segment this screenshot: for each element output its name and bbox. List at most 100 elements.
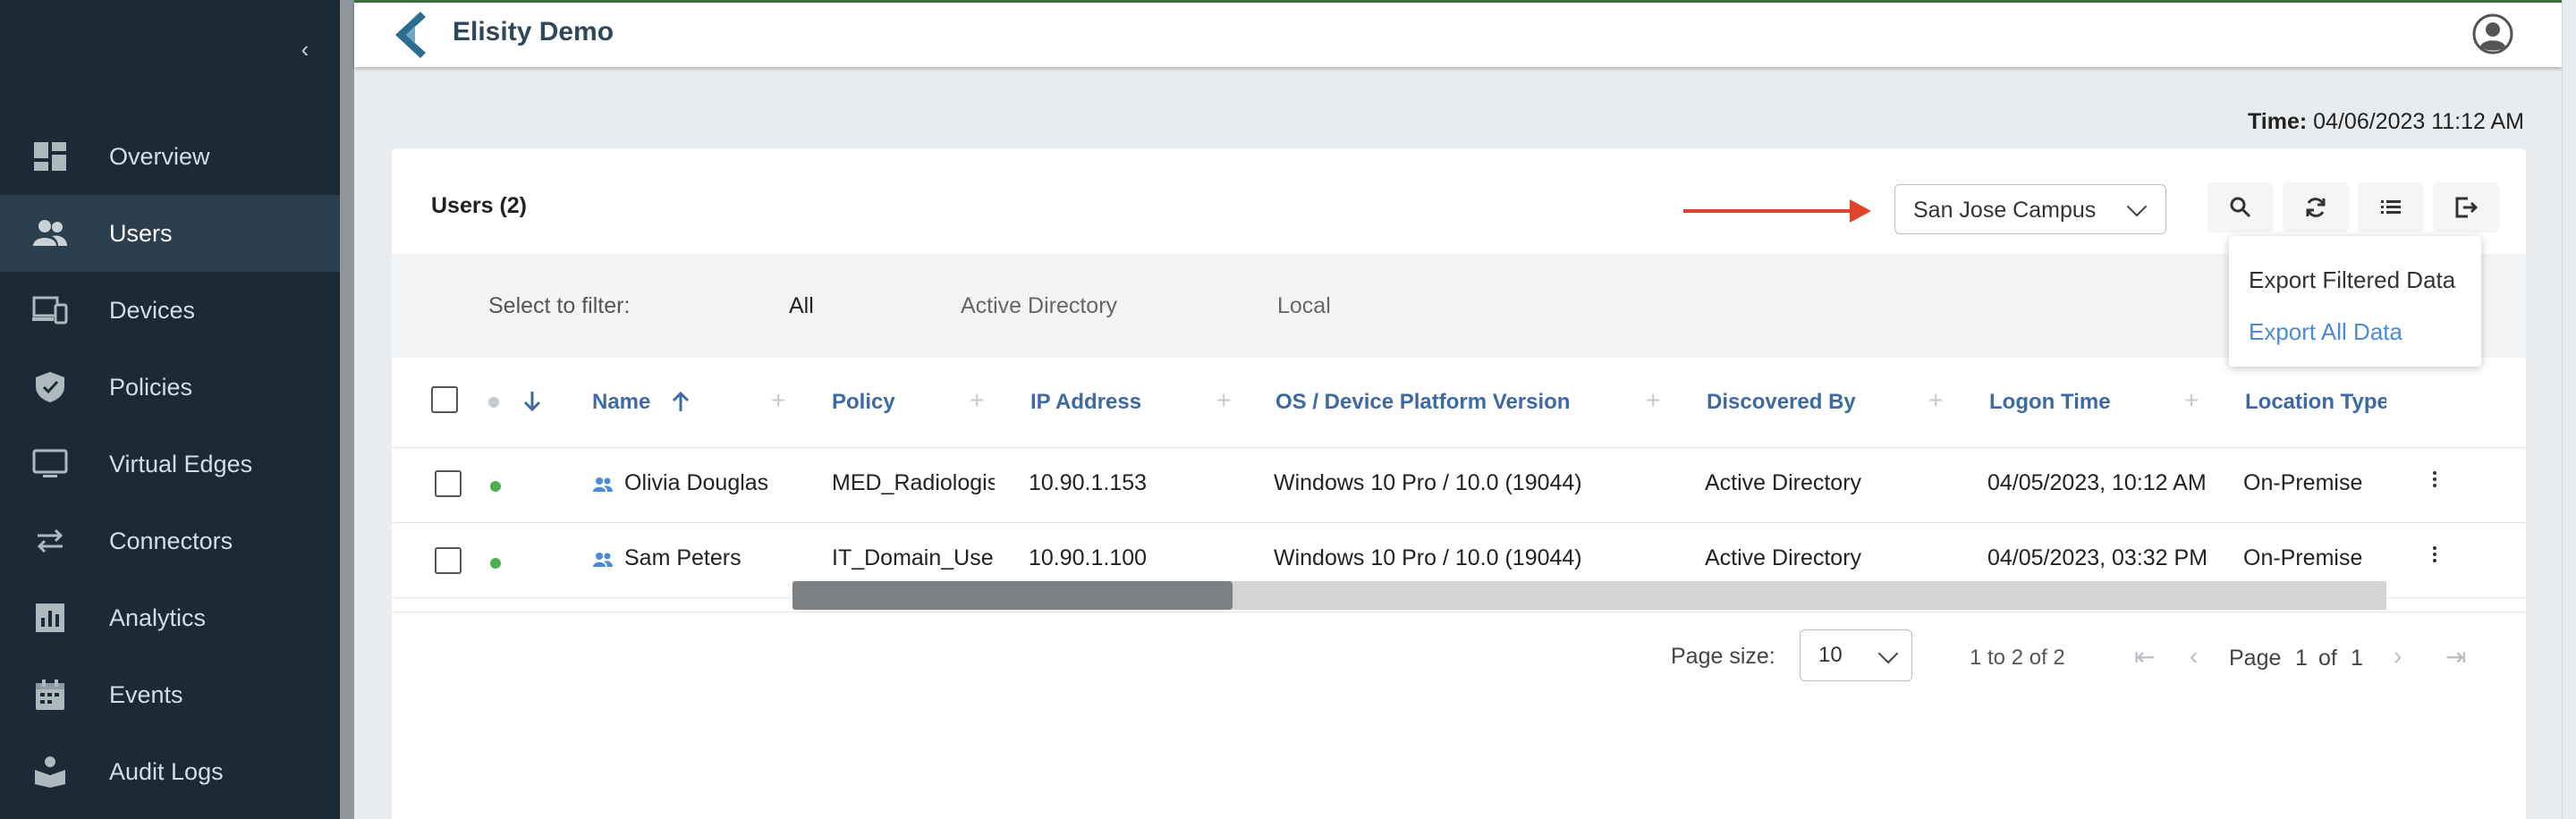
status-dot: [490, 558, 501, 569]
devices-icon: [32, 296, 68, 325]
refresh-button[interactable]: [2283, 182, 2349, 232]
time-label: Time:: [2247, 109, 2308, 134]
column-header-name[interactable]: Name: [592, 390, 650, 415]
monitor-icon: [32, 449, 68, 477]
sidebar-item-label: Devices: [109, 296, 196, 324]
export-all-data-item[interactable]: Export All Data: [2249, 318, 2402, 346]
user-group-icon: [593, 477, 613, 492]
sidebar-item-devices[interactable]: Devices: [0, 272, 340, 349]
export-filtered-data-item[interactable]: Export Filtered Data: [2249, 266, 2455, 294]
panel-title: Users (2): [431, 193, 527, 218]
swap-arrows-icon: [37, 528, 64, 553]
column-resize-handle[interactable]: +: [1646, 386, 1660, 415]
sidebar-item-connectors[interactable]: Connectors: [0, 502, 340, 579]
sidebar: ‹ Overview Users Devices Policies Virtua…: [0, 0, 340, 819]
sidebar-item-events[interactable]: Events: [0, 656, 340, 733]
users-icon: [33, 220, 67, 246]
bar-chart-icon: [36, 604, 64, 632]
export-icon: [2455, 197, 2479, 218]
cell-discovered-by: Active Directory: [1705, 470, 1862, 495]
next-page-icon[interactable]: ›: [2394, 642, 2402, 671]
previous-page-icon[interactable]: ‹: [2190, 642, 2198, 671]
filter-tab-active-directory[interactable]: Active Directory: [961, 293, 1117, 319]
cell-logon-time: 04/05/2023, 03:32 PM: [1987, 545, 2208, 570]
refresh-icon: [2306, 198, 2326, 217]
table-row[interactable]: Olivia Douglas MED_Radiologist 10.90.1.1…: [392, 447, 2526, 523]
sidebar-item-policies[interactable]: Policies: [0, 349, 340, 426]
sidebar-item-overview[interactable]: Overview: [0, 118, 340, 195]
table-header: Name + Policy + IP Address + OS / Device…: [392, 358, 2526, 448]
cell-name[interactable]: Sam Peters: [624, 545, 741, 571]
sidebar-item-audit-logs[interactable]: Audit Logs: [0, 733, 340, 810]
cell-ip-address: 10.90.1.100: [1029, 545, 1148, 570]
sidebar-item-label: Analytics: [109, 604, 207, 631]
filter-bar: Select to filter: All Active Directory L…: [392, 254, 2526, 358]
page-size-select[interactable]: 10: [1800, 629, 1912, 681]
sidebar-item-virtual-edges[interactable]: Virtual Edges: [0, 426, 340, 502]
column-header-policy[interactable]: Policy: [832, 390, 895, 415]
time-value: 04/06/2023 11:12 AM: [2313, 109, 2524, 134]
right-scroll-gutter: [2562, 0, 2576, 819]
horizontal-scrollbar-thumb[interactable]: [792, 581, 1233, 610]
column-header-discovered-by[interactable]: Discovered By: [1707, 390, 1856, 415]
total-pages: 1: [2351, 646, 2363, 671]
search-icon: [2230, 197, 2251, 218]
user-group-icon: [593, 553, 613, 567]
row-actions-kebab-icon[interactable]: [2429, 544, 2440, 570]
user-avatar-icon[interactable]: [2472, 13, 2513, 55]
search-button[interactable]: [2207, 182, 2274, 232]
top-header: Elisity Demo: [354, 0, 2562, 67]
column-resize-handle[interactable]: +: [1928, 386, 1943, 415]
column-header-os[interactable]: OS / Device Platform Version: [1275, 390, 1570, 415]
columns-button[interactable]: [2358, 182, 2424, 232]
row-actions-kebab-icon[interactable]: [2429, 469, 2440, 495]
chevron-down-icon: [2126, 196, 2148, 217]
cell-ip-address: 10.90.1.153: [1029, 470, 1148, 495]
first-page-icon[interactable]: ⇤: [2134, 642, 2155, 671]
export-button[interactable]: [2433, 182, 2499, 232]
column-resize-handle[interactable]: +: [771, 386, 785, 415]
users-panel: Users (2) San Jose Campus Select to filt…: [392, 148, 2526, 819]
cell-policy: MED_Radiologist: [832, 470, 995, 495]
of-label: of: [2318, 646, 2337, 671]
site-select-value: San Jose Campus: [1913, 198, 2097, 223]
calendar-icon: [36, 680, 64, 710]
page-label: Page: [2229, 646, 2282, 671]
sidebar-item-label: Virtual Edges: [109, 450, 253, 477]
collapse-sidebar-chevron-icon[interactable]: ‹: [292, 36, 318, 63]
sidebar-item-label: Audit Logs: [109, 757, 224, 785]
row-checkbox[interactable]: [435, 547, 462, 574]
site-select[interactable]: San Jose Campus: [1894, 184, 2166, 234]
column-header-location-type[interactable]: Location Type: [2245, 390, 2386, 415]
sidebar-item-users[interactable]: Users: [0, 195, 340, 272]
cell-location-type: On-Premise: [2243, 545, 2363, 570]
sort-ascending-icon[interactable]: [671, 390, 691, 413]
filter-tab-local[interactable]: Local: [1277, 293, 1331, 319]
cell-discovered-by: Active Directory: [1705, 545, 1862, 570]
column-resize-handle[interactable]: +: [1216, 386, 1231, 415]
current-page: 1: [2295, 646, 2308, 671]
app-title: Elisity Demo: [453, 17, 614, 46]
export-menu: Export Filtered Data Export All Data: [2229, 236, 2481, 367]
filter-tab-all[interactable]: All: [789, 293, 814, 319]
cell-os: Windows 10 Pro / 10.0 (19044): [1274, 470, 1582, 495]
column-resize-handle[interactable]: +: [2184, 386, 2199, 415]
page-size-value: 10: [1818, 643, 1843, 667]
elisity-logo-icon: [395, 12, 426, 58]
sidebar-item-analytics[interactable]: Analytics: [0, 579, 340, 656]
column-header-logon-time[interactable]: Logon Time: [1989, 390, 2111, 415]
arrow-down-icon[interactable]: [522, 390, 542, 413]
column-resize-handle[interactable]: +: [970, 386, 984, 415]
shield-icon: [36, 372, 64, 402]
status-column-dot: [488, 397, 499, 408]
sidebar-item-label: Users: [109, 219, 173, 247]
annotation-arrow: [1683, 199, 1871, 223]
select-all-checkbox[interactable]: [431, 386, 458, 413]
last-page-icon[interactable]: ⇥: [2445, 642, 2466, 671]
cell-policy: IT_Domain_User: [832, 545, 995, 570]
row-checkbox[interactable]: [435, 470, 462, 497]
column-header-ip-address[interactable]: IP Address: [1030, 390, 1141, 415]
chevron-down-icon: [1877, 643, 1899, 664]
cell-name[interactable]: Olivia Douglas: [624, 470, 768, 496]
cell-os: Windows 10 Pro / 10.0 (19044): [1274, 545, 1582, 570]
